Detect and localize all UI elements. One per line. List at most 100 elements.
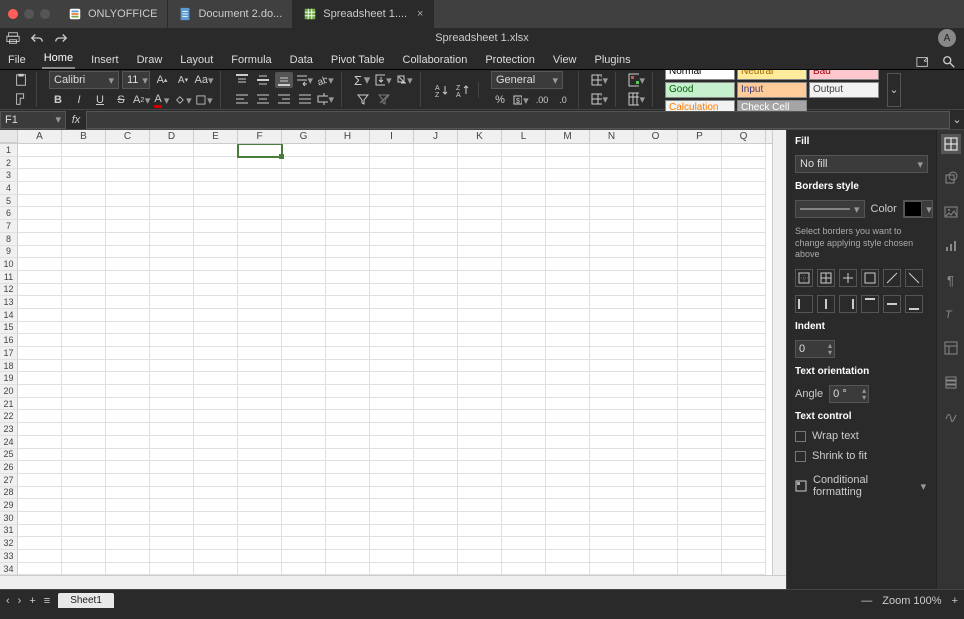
print-icon[interactable] [6,31,20,45]
cell[interactable] [326,372,370,385]
cell[interactable] [282,537,326,550]
cell[interactable] [326,474,370,487]
cell[interactable] [634,258,678,271]
cell[interactable] [150,525,194,538]
cell[interactable] [722,372,766,385]
cell[interactable] [546,487,590,500]
cell[interactable] [458,499,502,512]
cell[interactable] [678,372,722,385]
cell[interactable] [282,436,326,449]
row-header[interactable]: 24 [0,436,18,449]
cell[interactable] [634,334,678,347]
row-header[interactable]: 18 [0,360,18,373]
cell[interactable] [282,233,326,246]
cell[interactable] [370,563,414,575]
cell[interactable] [150,474,194,487]
cell[interactable] [18,144,62,157]
cell[interactable] [194,449,238,462]
cell[interactable] [414,563,458,575]
cell[interactable] [370,347,414,360]
cell[interactable] [150,271,194,284]
cell[interactable] [722,233,766,246]
cell[interactable] [590,169,634,182]
cell[interactable] [106,207,150,220]
font-color-icon[interactable]: A▾ [154,92,172,108]
cell[interactable] [238,563,282,575]
cell[interactable] [414,474,458,487]
menu-pivot-table[interactable]: Pivot Table [329,51,387,69]
cell[interactable] [634,461,678,474]
cell[interactable] [106,487,150,500]
row-header[interactable]: 26 [0,461,18,474]
cell[interactable] [18,182,62,195]
col-header-K[interactable]: K [458,130,502,143]
cell[interactable] [634,220,678,233]
cell[interactable] [326,410,370,423]
cell[interactable] [722,474,766,487]
cell[interactable] [106,347,150,360]
row-header[interactable]: 6 [0,207,18,220]
cell[interactable] [678,487,722,500]
cell[interactable] [370,385,414,398]
cell[interactable] [458,461,502,474]
col-header-E[interactable]: E [194,130,238,143]
cell[interactable] [106,537,150,550]
cell[interactable] [282,385,326,398]
cell[interactable] [106,296,150,309]
cell[interactable] [546,258,590,271]
row-header[interactable]: 5 [0,195,18,208]
cell[interactable] [722,246,766,259]
row-header[interactable]: 8 [0,233,18,246]
cell[interactable] [458,550,502,563]
cell[interactable] [634,525,678,538]
cell[interactable] [326,550,370,563]
cell[interactable] [370,284,414,297]
align-bottom-icon[interactable] [275,72,293,88]
col-header-F[interactable]: F [238,130,282,143]
cell[interactable] [194,144,238,157]
cell[interactable] [414,398,458,411]
signature-settings-icon[interactable] [941,406,961,426]
cell[interactable] [194,410,238,423]
number-format-select[interactable]: General▾ [491,71,563,89]
cell[interactable] [502,182,546,195]
cell[interactable] [370,207,414,220]
cell[interactable] [634,499,678,512]
cell[interactable] [722,563,766,575]
shape-settings-icon[interactable] [941,168,961,188]
first-sheet-icon[interactable]: ‹ [6,595,10,607]
cell[interactable] [458,449,502,462]
cell[interactable] [678,512,722,525]
cell[interactable] [590,334,634,347]
cell[interactable] [414,550,458,563]
cell[interactable] [678,410,722,423]
menu-collaboration[interactable]: Collaboration [401,51,470,69]
sheet-list-icon[interactable]: ≡ [44,595,50,607]
prev-sheet-icon[interactable]: › [18,595,22,607]
cell[interactable] [414,296,458,309]
cell[interactable] [546,169,590,182]
cell[interactable] [414,271,458,284]
accounting-icon[interactable]: $▾ [512,92,530,108]
cell[interactable] [282,296,326,309]
cell[interactable] [458,360,502,373]
cond-format-icon[interactable]: ▾ [628,72,646,88]
cell[interactable] [282,474,326,487]
menu-plugins[interactable]: Plugins [593,51,633,69]
cell[interactable] [458,525,502,538]
cell[interactable] [502,563,546,575]
cell[interactable] [458,423,502,436]
cell[interactable] [150,385,194,398]
cell[interactable] [62,157,106,170]
cell[interactable] [18,449,62,462]
col-header-H[interactable]: H [326,130,370,143]
row-header[interactable]: 2 [0,157,18,170]
cell[interactable] [458,474,502,487]
cell[interactable] [370,525,414,538]
cell[interactable] [194,220,238,233]
cell[interactable] [326,423,370,436]
cell[interactable] [458,195,502,208]
cell[interactable] [634,372,678,385]
cell[interactable] [634,296,678,309]
row-header[interactable]: 21 [0,398,18,411]
